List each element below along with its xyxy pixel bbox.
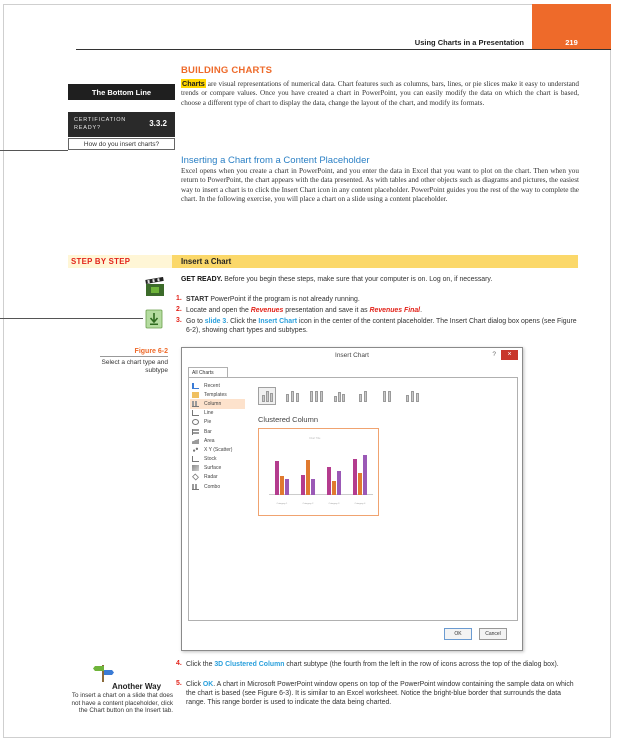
step-4-text: Click the 3D Clustered Column chart subt… — [186, 661, 559, 668]
step-by-step-label: STEP BY STEP — [71, 257, 131, 266]
preview-bar — [353, 459, 357, 495]
subtype-clustered-column[interactable] — [258, 387, 276, 405]
command-insert-chart: Insert Chart — [258, 318, 298, 325]
close-button[interactable]: × — [501, 350, 518, 360]
surface-chart-icon — [192, 465, 199, 472]
subtype-3d-stacked-column[interactable] — [354, 387, 372, 405]
pie-chart-icon — [192, 419, 199, 426]
another-way-text: To insert a chart on a slide that does n… — [71, 692, 173, 715]
preview-title: Clustered Column — [258, 415, 319, 424]
preview-category-label: Category 2 — [302, 503, 314, 505]
intro-paragraph: Charts are visual representations of num… — [181, 79, 579, 107]
insert-chart-dialog: Insert Chart ? × All Charts Recent Templ… — [181, 347, 523, 651]
preview-category-label: Category 3 — [328, 503, 340, 505]
bottom-line-label: The Bottom Line — [68, 84, 175, 100]
chart-type-surface[interactable]: Surface — [190, 464, 245, 473]
step-2-text: Locate and open the Revenues presentatio… — [186, 307, 422, 314]
filename-revenues: Revenues — [250, 307, 284, 314]
chart-type-recent[interactable]: Recent — [190, 381, 245, 390]
sub-heading: Inserting a Chart from a Content Placeho… — [181, 155, 370, 166]
connector-line — [0, 318, 143, 319]
preview-bar — [311, 479, 315, 495]
step-title: Insert a Chart — [181, 257, 232, 266]
step-3-text: Go to slide 3. Click the Insert Chart ic… — [186, 318, 577, 334]
preview-bar — [337, 471, 341, 495]
combo-chart-icon — [192, 483, 199, 490]
chart-type-line[interactable]: Line — [190, 409, 245, 418]
preview-bar — [332, 480, 336, 495]
chart-type-scatter[interactable]: X Y (Scatter) — [190, 445, 245, 454]
subtype-3d-clustered-column[interactable] — [330, 387, 348, 405]
figure-caption: Select a chart type and subtype — [101, 359, 169, 374]
preview-bar — [285, 479, 289, 495]
chart-type-column[interactable]: Column — [190, 399, 245, 409]
preview-bar — [363, 455, 367, 495]
preview-bar — [327, 467, 331, 495]
cancel-button[interactable]: Cancel — [479, 628, 507, 640]
page-number: 219 — [565, 38, 578, 47]
step-3-number: 3. — [176, 317, 182, 324]
preview-bar — [275, 460, 279, 495]
subtype-stacked-column[interactable] — [282, 387, 300, 405]
recent-icon — [192, 382, 199, 389]
section-heading: BUILDING CHARTS — [181, 65, 273, 76]
preview-category-label: Category 1 — [276, 503, 288, 505]
connector-line — [0, 150, 68, 151]
chart-type-templates[interactable]: Templates — [190, 390, 245, 399]
certification-question: How do you insert charts? — [68, 138, 175, 150]
sub-paragraph: Excel opens when you create a chart in P… — [181, 167, 579, 204]
certification-number: 3.3.2 — [149, 119, 167, 128]
preview-bar — [306, 459, 310, 495]
signpost-icon — [93, 665, 114, 682]
dialog-title: Insert Chart — [335, 352, 369, 359]
preview-bar — [301, 475, 305, 495]
chart-type-stock[interactable]: Stock — [190, 455, 245, 464]
chart-type-list: Recent Templates Column Line Pie Bar Are… — [190, 381, 245, 491]
chart-type-combo[interactable]: Combo — [190, 482, 245, 491]
step-1-text: START PowerPoint if the program is not a… — [186, 296, 360, 303]
bar-chart-icon — [192, 428, 199, 435]
column-chart-icon — [192, 400, 199, 407]
subtype-3d-100-stacked-column[interactable] — [378, 387, 396, 405]
templates-icon — [192, 391, 199, 398]
line-chart-icon — [192, 410, 199, 417]
step-5-text: Click OK. A chart in Microsoft PowerPoin… — [186, 681, 574, 706]
certification-box: CERTIFICATION READY? 3.3.2 — [68, 112, 175, 137]
figure-number: Figure 6-2 — [134, 348, 168, 355]
slide-reference: slide 3 — [204, 318, 227, 325]
area-chart-icon — [192, 437, 199, 444]
preview-category-label: Category 4 — [354, 503, 366, 505]
command-3d-clustered-column: 3D Clustered Column — [214, 661, 285, 668]
step-4-number: 4. — [176, 660, 182, 667]
help-button[interactable]: ? — [492, 351, 496, 358]
preview-bar — [280, 475, 284, 495]
radar-chart-icon — [192, 474, 199, 481]
subtype-100-stacked-column[interactable] — [306, 387, 324, 405]
ok-button[interactable]: OK — [444, 628, 472, 640]
preview-chart-title: Chart Title — [309, 437, 321, 440]
subtype-3d-column[interactable] — [402, 387, 420, 405]
scatter-chart-icon — [192, 446, 199, 453]
chart-preview[interactable]: Chart Title Category 1 Category 2 Category… — [258, 428, 379, 516]
certification-label: CERTIFICATION READY? — [74, 117, 127, 131]
download-file-icon — [145, 309, 163, 329]
get-ready-text: GET READY. Before you begin these steps,… — [181, 276, 493, 283]
preview-bar — [358, 472, 362, 495]
command-ok: OK — [202, 681, 214, 688]
clapperboard-icon — [145, 277, 164, 296]
chart-type-area[interactable]: Area — [190, 436, 245, 445]
running-head: Using Charts in a Presentation — [414, 38, 524, 47]
header-rule — [76, 49, 611, 50]
chart-type-bar[interactable]: Bar — [190, 427, 245, 436]
chart-type-pie[interactable]: Pie — [190, 418, 245, 427]
step-5-number: 5. — [176, 680, 182, 687]
filename-revenues-final: Revenues Final — [369, 307, 421, 314]
another-way-title: Another Way — [112, 682, 162, 691]
key-term: Charts — [181, 79, 206, 88]
stock-chart-icon — [192, 456, 199, 463]
step-2-number: 2. — [176, 306, 182, 313]
chart-type-radar[interactable]: Radar — [190, 473, 245, 482]
figure-rule — [100, 356, 168, 357]
step-1-number: 1. — [176, 295, 182, 302]
